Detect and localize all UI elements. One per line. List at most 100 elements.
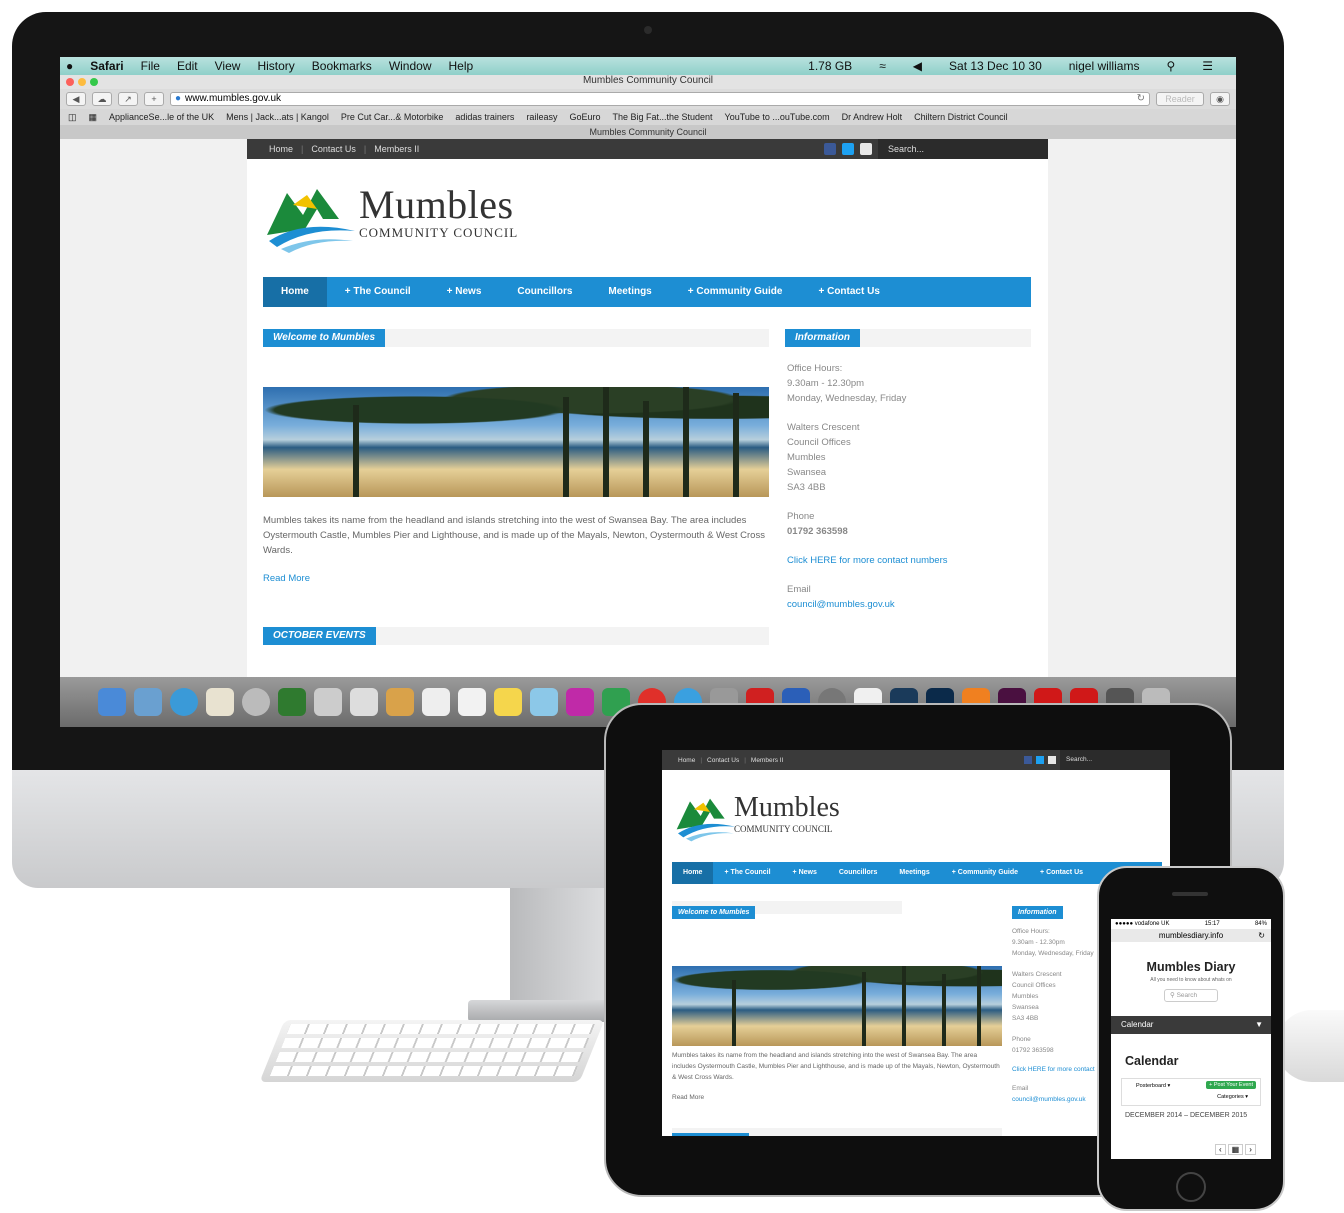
safari-icon[interactable] [170, 688, 198, 716]
wifi-icon[interactable]: ≈ [879, 59, 886, 73]
nav-contact-us[interactable]: + Contact Us [800, 277, 897, 307]
posterboard-button[interactable]: Posterboard ▾ [1136, 1083, 1170, 1089]
contacts-icon[interactable] [386, 688, 414, 716]
stickies-icon[interactable] [494, 688, 522, 716]
notes-icon[interactable] [206, 688, 234, 716]
apple-icon[interactable]: ● [66, 59, 73, 73]
ipad-facebook-icon[interactable] [1024, 756, 1032, 764]
close-icon[interactable] [66, 78, 74, 86]
activity-icon[interactable] [278, 688, 306, 716]
launchpad-icon[interactable] [242, 688, 270, 716]
reader-button[interactable]: Reader [1156, 92, 1204, 106]
calculator-icon[interactable] [422, 688, 450, 716]
bookmark-9[interactable]: Dr Andrew Holt [842, 112, 903, 122]
read-more-link[interactable]: Read More [263, 571, 310, 586]
nav-news[interactable]: + News [429, 277, 500, 307]
nav-the-council[interactable]: + The Council [327, 277, 429, 307]
photos-icon[interactable] [530, 688, 558, 716]
ipad-search-input[interactable]: Search... [1060, 750, 1170, 770]
bookmark-7[interactable]: The Big Fat...the Student [612, 112, 712, 122]
share-icon[interactable]: ↗ [118, 92, 138, 106]
categories-button[interactable]: Categories ▾ [1217, 1094, 1248, 1100]
top-sites-icon[interactable]: ▦ [89, 112, 98, 123]
iphone-home-button[interactable] [1176, 1172, 1206, 1202]
nav-councillors[interactable]: Councillors [499, 277, 590, 307]
user-name[interactable]: nigel williams [1069, 59, 1140, 73]
ipad-nav-contact-us[interactable]: + Contact Us [1029, 862, 1094, 884]
url-field[interactable]: ● www.mumbles.gov.uk ↻ [170, 92, 1150, 106]
email-link[interactable]: council@mumbles.gov.uk [787, 597, 1027, 612]
topnav-members[interactable]: Members II [374, 144, 419, 154]
calendar-dropdown[interactable]: Calendar ▼ [1111, 1016, 1271, 1034]
clock[interactable]: Sat 13 Dec 10 30 [949, 59, 1042, 73]
ipad-nav-councillors[interactable]: Councillors [828, 862, 889, 884]
topnav-contact[interactable]: Contact Us [311, 144, 356, 154]
memory-indicator[interactable]: 1.78 GB [808, 59, 852, 73]
ipad-topnav-contact[interactable]: Contact Us [707, 757, 739, 764]
menu-app[interactable]: Safari [90, 59, 123, 73]
ipad-nav-news[interactable]: + News [782, 862, 828, 884]
next-icon[interactable]: › [1245, 1144, 1256, 1155]
menu-window[interactable]: Window [389, 59, 432, 73]
nav-community-guide[interactable]: + Community Guide [670, 277, 801, 307]
zoom-icon[interactable] [90, 78, 98, 86]
mail-icon[interactable] [134, 688, 162, 716]
nav-meetings[interactable]: Meetings [590, 277, 669, 307]
ipad-welcome-header: Welcome to Mumbles [672, 901, 902, 919]
calendar-icon[interactable] [458, 688, 486, 716]
prev-icon[interactable]: ‹ [1215, 1144, 1226, 1155]
nav-home[interactable]: Home [263, 277, 327, 307]
preview-icon[interactable] [350, 688, 378, 716]
ipad-read-more-link[interactable]: Read More [672, 1092, 704, 1103]
back-icon[interactable]: ◀ [66, 92, 86, 106]
menu-edit[interactable]: Edit [177, 59, 198, 73]
ipad-email-icon[interactable] [1048, 756, 1056, 764]
bookmark-6[interactable]: GoEuro [569, 112, 600, 122]
icloud-icon[interactable]: ☁ [92, 92, 112, 106]
bookmark-1[interactable]: ApplianceSe...le of the UK [109, 112, 214, 122]
twitter-icon[interactable] [842, 143, 854, 155]
iphone-url-bar[interactable]: mumblesdiary.info ↻ [1111, 929, 1271, 942]
site-logo[interactable]: Mumbles COMMUNITY COUNCIL [263, 175, 563, 265]
bookmark-10[interactable]: Chiltern District Council [914, 112, 1008, 122]
diary-search-input[interactable]: ⚲ Search [1164, 989, 1218, 1002]
menu-bookmarks[interactable]: Bookmarks [312, 59, 372, 73]
bookmark-8[interactable]: YouTube to ...ouTube.com [725, 112, 830, 122]
calendar-icon[interactable]: ▦ [1227, 1144, 1244, 1155]
minimize-icon[interactable] [78, 78, 86, 86]
itunes-icon[interactable] [566, 688, 594, 716]
ipad-logo[interactable]: Mumbles COMMUNITY COUNCIL [674, 788, 874, 848]
facebook-icon[interactable] [824, 143, 836, 155]
ipad-topnav-home[interactable]: Home [678, 757, 695, 764]
ipad-topnav-members[interactable]: Members II [751, 757, 784, 764]
post-event-button[interactable]: + Post Your Event [1206, 1081, 1256, 1089]
ipad-nav-the-council[interactable]: + The Council [713, 862, 781, 884]
contact-numbers-link[interactable]: Click HERE for more contact numbers [787, 553, 1027, 568]
menu-history[interactable]: History [257, 59, 294, 73]
ipad-twitter-icon[interactable] [1036, 756, 1044, 764]
bookmark-2[interactable]: Mens | Jack...ats | Kangol [226, 112, 329, 122]
notifications-icon[interactable]: ☰ [1202, 59, 1213, 73]
bookmark-5[interactable]: raileasy [526, 112, 557, 122]
ipad-nav-meetings[interactable]: Meetings [888, 862, 940, 884]
ipad-nav-community-guide[interactable]: + Community Guide [941, 862, 1029, 884]
finder-icon[interactable] [98, 688, 126, 716]
reading-list-icon[interactable]: ◫ [68, 112, 77, 123]
volume-icon[interactable]: ◀ [913, 59, 922, 73]
spotlight-icon[interactable]: ⚲ [1166, 59, 1175, 73]
menu-help[interactable]: Help [449, 59, 474, 73]
reload-icon[interactable]: ↻ [1137, 93, 1145, 105]
bookmark-4[interactable]: adidas trainers [455, 112, 514, 122]
downloads-icon[interactable]: ◉ [1210, 92, 1230, 106]
podcast-icon[interactable] [314, 688, 342, 716]
email-icon[interactable] [860, 143, 872, 155]
iphone-reload-icon[interactable]: ↻ [1258, 929, 1265, 942]
add-icon[interactable]: + [144, 92, 164, 106]
bookmark-3[interactable]: Pre Cut Car...& Motorbike [341, 112, 444, 122]
menu-view[interactable]: View [215, 59, 241, 73]
tab-mumbles[interactable]: Mumbles Community Council [60, 125, 1236, 139]
site-search-input[interactable]: Search... [878, 139, 1048, 159]
ipad-nav-home[interactable]: Home [672, 862, 714, 884]
topnav-home[interactable]: Home [269, 144, 293, 154]
menu-file[interactable]: File [141, 59, 160, 73]
